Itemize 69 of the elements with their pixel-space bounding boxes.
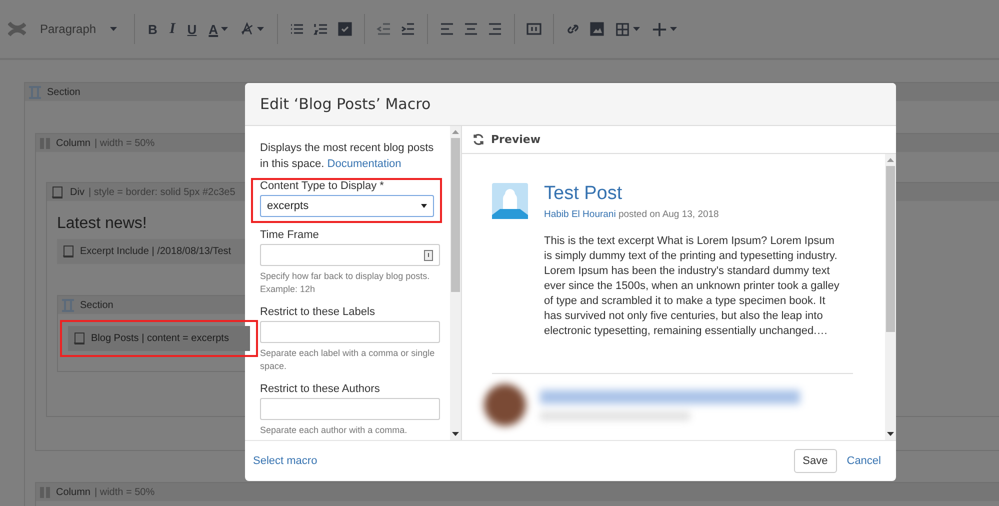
bullet-list-icon[interactable] <box>289 21 306 37</box>
bold-button[interactable]: B <box>146 22 160 36</box>
dialog-title: Edit ‘Blog Posts’ Macro <box>260 95 431 113</box>
scrollbar[interactable] <box>450 126 461 440</box>
format-dropdown[interactable]: Paragraph <box>34 22 124 36</box>
checkbox-icon[interactable] <box>337 21 354 37</box>
input-field[interactable] <box>260 321 440 343</box>
table-button[interactable] <box>613 22 642 36</box>
numbered-list-icon[interactable] <box>313 21 330 37</box>
scroll-up-icon[interactable] <box>887 158 894 162</box>
insert-button[interactable] <box>650 22 680 36</box>
outdent-icon[interactable] <box>376 21 392 37</box>
caret-icon <box>110 27 118 31</box>
page-icon <box>62 245 75 258</box>
post-excerpt: This is the text excerpt What is Lorem Ipsum? Lorem Ipsum is simply dummy text of the printing and typesetting industry. Lorem Ipsum has been the industry's standard dummy text ever since the 1500s, when an unknown printer took a galley of type and scrambled it to make a type specimen book. It has survived not only five centuries, but also the leap into electronic typesetting, remaining essentially unchanged.… <box>544 234 840 339</box>
page-icon <box>73 332 86 345</box>
field-label: Restrict to these Labels <box>260 306 376 318</box>
column-icon <box>40 486 50 498</box>
picker-icon[interactable] <box>424 250 433 260</box>
help-text: Separate each author with a comma. <box>260 424 408 437</box>
italic-button[interactable]: I <box>167 20 178 38</box>
align-right-icon[interactable] <box>487 21 504 37</box>
align-center-icon[interactable] <box>463 21 480 37</box>
refresh-icon[interactable] <box>472 133 485 146</box>
excerpt-include-macro[interactable]: Excerpt Include | /2018/08/13/Test <box>57 239 248 264</box>
scroll-down-icon[interactable] <box>887 432 894 436</box>
section-icon <box>29 86 41 98</box>
time-frame-field[interactable] <box>260 244 440 266</box>
logo-icon <box>8 20 26 38</box>
scrollbar[interactable] <box>885 154 896 440</box>
clear-format-icon <box>240 22 254 36</box>
field-label: Restrict to these Authors <box>260 383 381 395</box>
help-text: Specify how far back to display blog posts. Example: 12h <box>260 270 431 296</box>
section-icon <box>62 298 74 312</box>
documentation-link[interactable]: Documentation <box>327 158 402 170</box>
blog-posts-macro[interactable]: Blog Posts | content = excerpts <box>68 326 250 351</box>
post-title-link[interactable]: Test Post <box>544 183 844 205</box>
help-text: Separate each label with a comma or single space. <box>260 347 436 373</box>
caret-icon <box>421 204 427 208</box>
field-label: Content Type to Display * <box>260 180 385 192</box>
block-label: Section <box>47 86 80 98</box>
block-label: Section <box>80 300 114 310</box>
indent-icon[interactable] <box>400 21 416 37</box>
post-meta: Habib El Hourani posted on Aug 13, 2018 <box>544 209 720 220</box>
cancel-link[interactable]: Cancel <box>846 455 881 467</box>
caret-icon <box>257 27 264 31</box>
content-type-select[interactable]: excerpts <box>260 195 434 217</box>
underline-button[interactable]: U <box>185 22 199 36</box>
block-label: Div | style = border: solid 5px #2c3e5 <box>70 186 236 198</box>
heading: Latest news! <box>57 215 148 233</box>
caret-icon <box>221 27 228 31</box>
align-left-icon[interactable] <box>439 21 456 37</box>
div-icon <box>51 186 64 198</box>
preview-title: Preview <box>491 133 541 146</box>
input-field[interactable] <box>260 398 440 420</box>
macro-description: Displays the most recent blog posts in this space. Documentation <box>260 141 435 172</box>
select-macro-link[interactable]: Select macro <box>253 455 784 467</box>
caret-icon <box>633 27 640 31</box>
text-color-button[interactable]: A <box>206 22 230 36</box>
block-label: Column | width = 50% <box>56 486 155 498</box>
save-button[interactable]: Save <box>794 449 837 473</box>
image-icon[interactable] <box>589 21 606 37</box>
field-label: Time Frame <box>260 229 320 241</box>
caret-icon <box>670 27 678 31</box>
layout-icon[interactable] <box>526 21 542 37</box>
block-label: Column | width = 50% <box>56 138 155 148</box>
avatar-drawing <box>492 183 528 219</box>
scroll-down-icon[interactable] <box>452 432 459 436</box>
column-icon <box>40 138 50 148</box>
